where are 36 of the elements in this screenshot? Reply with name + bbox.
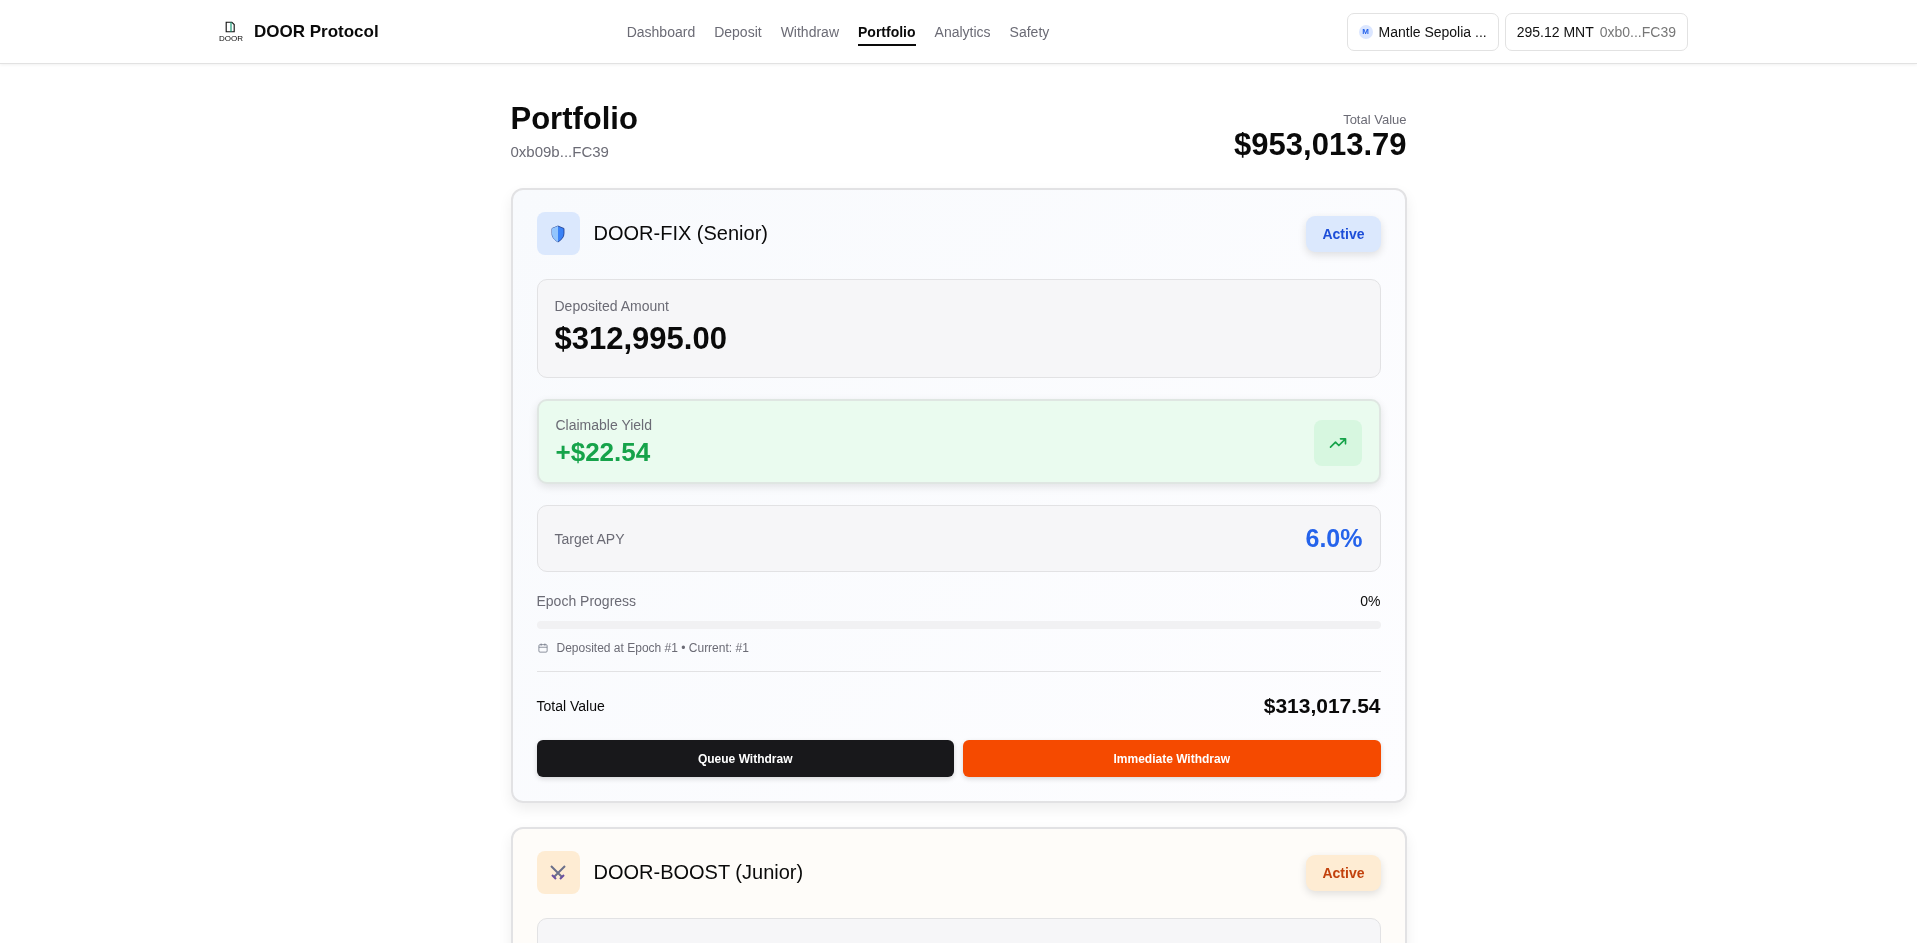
deposited-amount: $312,995.00 bbox=[554, 321, 728, 357]
tranche-icon bbox=[536, 212, 580, 255]
trending-up-icon bbox=[1313, 419, 1362, 466]
withdraw-button[interactable]: Immediate Withdraw bbox=[963, 740, 1381, 777]
page-title: Portfolio bbox=[510, 100, 638, 138]
position-name: DOOR-FIX (Senior) bbox=[593, 222, 768, 245]
wallet-address: 0xb09b...FC39 bbox=[510, 143, 610, 160]
position-total-label: Total Value bbox=[536, 698, 605, 714]
yield-label: Claimable Yield bbox=[555, 417, 652, 433]
nav-tab[interactable]: Analytics bbox=[934, 17, 991, 46]
epoch-progress-label: Epoch Progress bbox=[536, 593, 637, 609]
status-badge: Active bbox=[1306, 215, 1381, 252]
apy-label: Target APY bbox=[554, 530, 625, 547]
tranche-icon bbox=[536, 851, 580, 894]
network-badge: M bbox=[1358, 24, 1373, 39]
wallet-button[interactable]: 295.12 MNT 0xb0...FC39 bbox=[1504, 12, 1688, 51]
network-selector[interactable]: M Mantle Sepolia ... bbox=[1346, 12, 1499, 51]
position-name: DOOR-BOOST (Junior) bbox=[593, 861, 804, 884]
epoch-progress-value: 0% bbox=[1360, 593, 1381, 609]
nav-tab[interactable]: Deposit bbox=[714, 17, 762, 46]
brand-name: DOOR Protocol bbox=[254, 21, 379, 42]
epoch-note: Deposited at Epoch #1 • Current: #1 bbox=[556, 641, 749, 655]
apy-value: 6.0% bbox=[1305, 524, 1363, 553]
yield-amount: +$22.54 bbox=[555, 437, 652, 468]
total-value: $953,013.79 bbox=[1234, 127, 1407, 163]
deposited-label: Deposited Amount bbox=[554, 298, 670, 314]
nav-tab[interactable]: Safety bbox=[1009, 17, 1050, 46]
status-badge: Active bbox=[1306, 854, 1381, 891]
position-total-value: $313,017.54 bbox=[1263, 694, 1381, 718]
nav-tab[interactable]: Withdraw bbox=[780, 17, 839, 46]
withdraw-button[interactable]: Queue Withdraw bbox=[536, 740, 954, 777]
nav-tab[interactable]: Dashboard bbox=[626, 17, 696, 46]
total-value-label: Total Value bbox=[1342, 112, 1407, 127]
door-logo[interactable]: DOOR bbox=[218, 20, 244, 43]
nav-tab[interactable]: Portfolio bbox=[858, 17, 916, 46]
calendar-icon bbox=[536, 642, 549, 654]
